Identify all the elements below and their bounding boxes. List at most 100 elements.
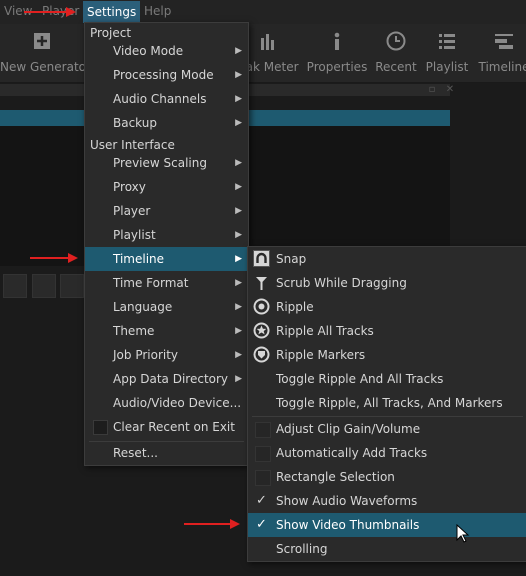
info-icon [334, 32, 340, 50]
chevron-right-icon: ▶ [235, 46, 242, 56]
stack-icon[interactable] [60, 274, 84, 298]
menu-item-label: Player [113, 204, 151, 218]
close-icon[interactable]: ✕ [444, 84, 456, 96]
menu-item-theme[interactable]: Theme ▶ [85, 319, 248, 343]
new-generator-button[interactable]: New Generator [0, 24, 91, 82]
paste-icon[interactable] [32, 274, 56, 298]
menu-item-job-priority[interactable]: Job Priority ▶ [85, 343, 248, 367]
menu-item-video-mode[interactable]: Video Mode ▶ [85, 39, 248, 63]
menu-item-label: Proxy [113, 180, 146, 194]
submenu-label: Ripple [276, 300, 314, 314]
menu-item-label: Video Mode [113, 44, 184, 58]
menu-item-label: Backup [113, 116, 157, 130]
menu-item-label: Preview Scaling [113, 156, 207, 170]
recent-label: Recent [375, 60, 417, 74]
menu-item-audio-channels[interactable]: Audio Channels ▶ [85, 87, 248, 111]
float-icon[interactable]: ▫ [426, 84, 438, 96]
settings-menu: Project Video Mode ▶ Processing Mode ▶ Aud… [84, 22, 249, 466]
submenu-item-show-thumbnails[interactable]: ✓ Show Video Thumbnails [248, 513, 526, 537]
chevron-right-icon: ▶ [235, 70, 242, 80]
timeline-icon [495, 34, 513, 49]
menu-item-label: Reset... [113, 446, 158, 460]
submenu-label: Toggle Ripple, All Tracks, And Markers [276, 396, 503, 410]
copy-icon[interactable] [3, 274, 27, 298]
menu-settings[interactable]: Settings [83, 1, 141, 23]
submenu-label: Scrolling [276, 542, 328, 556]
properties-button[interactable]: Properties [306, 24, 368, 82]
submenu-item-ripple-all[interactable]: Ripple All Tracks [248, 319, 526, 343]
annotation-arrow-icon [24, 7, 76, 17]
menu-item-audio-video-device[interactable]: Audio/Video Device... [85, 391, 248, 415]
chevron-right-icon: ▶ [235, 278, 242, 288]
playlist-button[interactable]: Playlist [424, 24, 470, 82]
submenu-item-show-waveforms[interactable]: ✓ Show Audio Waveforms [248, 489, 526, 513]
checkbox[interactable] [93, 420, 108, 435]
checkbox[interactable] [255, 446, 271, 462]
menu-item-backup[interactable]: Backup ▶ [85, 111, 248, 135]
submenu-label: Show Video Thumbnails [276, 518, 420, 532]
menu-item-player[interactable]: Player ▶ [85, 199, 248, 223]
submenu-item-adjust-gain[interactable]: Adjust Clip Gain/Volume [248, 417, 526, 441]
submenu-label: Adjust Clip Gain/Volume [276, 422, 421, 436]
menu-item-processing-mode[interactable]: Processing Mode ▶ [85, 63, 248, 87]
chevron-right-icon: ▶ [235, 94, 242, 104]
toolbar: New Generator Peak Meter Properties Rece… [0, 24, 526, 83]
menu-help[interactable]: Help [144, 4, 171, 20]
ripple-all-tracks-icon [253, 322, 270, 339]
menu-item-preview-scaling[interactable]: Preview Scaling ▶ [85, 151, 248, 175]
new-generator-icon [34, 33, 50, 49]
mouse-cursor-icon [456, 524, 470, 543]
menu-item-label: Audio/Video Device... [113, 396, 242, 410]
chevron-right-icon: ▶ [235, 230, 242, 240]
menu-bar: View Player Settings Help [0, 0, 526, 24]
checkmark-icon: ✓ [256, 517, 267, 532]
submenu-item-snap[interactable]: Snap [248, 247, 526, 271]
menu-item-proxy[interactable]: Proxy ▶ [85, 175, 248, 199]
submenu-label: Automatically Add Tracks [276, 446, 428, 460]
submenu-label: Snap [276, 252, 307, 266]
peak-meter-icon [261, 34, 274, 50]
submenu-label: Show Audio Waveforms [276, 494, 418, 508]
menu-item-clear-recent[interactable]: Clear Recent on Exit [85, 415, 248, 439]
menu-item-label: Processing Mode [113, 68, 214, 82]
menu-item-timeline[interactable]: Timeline ▶ [85, 247, 248, 271]
menu-item-label: Language [113, 300, 173, 314]
checkmark-icon: ✓ [256, 493, 267, 508]
timeline-button[interactable]: Timeline [478, 24, 526, 82]
submenu-item-scrub[interactable]: Scrub While Dragging [248, 271, 526, 295]
checkbox[interactable] [255, 422, 271, 438]
menu-item-playlist[interactable]: Playlist ▶ [85, 223, 248, 247]
submenu-item-auto-add-tracks[interactable]: Automatically Add Tracks [248, 441, 526, 465]
menu-item-label: Job Priority [113, 348, 179, 362]
chevron-right-icon: ▶ [235, 254, 242, 264]
submenu-label: Toggle Ripple And All Tracks [276, 372, 444, 386]
new-generator-label: New Generator [0, 60, 91, 74]
submenu-label: Ripple All Tracks [276, 324, 374, 338]
submenu-item-ripple-markers[interactable]: Ripple Markers [248, 343, 526, 367]
submenu-item-scrolling[interactable]: Scrolling [248, 537, 526, 561]
submenu-item-rect-selection[interactable]: Rectangle Selection [248, 465, 526, 489]
scrub-icon [256, 277, 267, 290]
submenu-item-toggle-ripple-all[interactable]: Toggle Ripple And All Tracks [248, 367, 526, 391]
submenu-item-ripple[interactable]: Ripple [248, 295, 526, 319]
menu-item-label: Audio Channels [113, 92, 207, 106]
menu-item-reset[interactable]: Reset... [85, 441, 248, 465]
checkbox[interactable] [255, 470, 271, 486]
recent-button[interactable]: Recent [374, 24, 418, 82]
chevron-right-icon: ▶ [235, 302, 242, 312]
menu-item-label: App Data Directory [113, 372, 229, 386]
annotation-arrow-icon [30, 253, 78, 263]
annotation-arrow-icon [184, 519, 240, 529]
menu-item-label: Playlist [113, 228, 156, 242]
chevron-right-icon: ▶ [235, 350, 242, 360]
magnet-icon [253, 250, 270, 267]
menu-item-app-data-directory[interactable]: App Data Directory ▶ [85, 367, 248, 391]
ripple-icon [253, 298, 270, 315]
menu-item-label: Clear Recent on Exit [113, 420, 235, 434]
submenu-label: Rectangle Selection [276, 470, 395, 484]
submenu-label: Ripple Markers [276, 348, 366, 362]
menu-item-label: Timeline [113, 252, 165, 266]
menu-item-language[interactable]: Language ▶ [85, 295, 248, 319]
menu-item-time-format[interactable]: Time Format ▶ [85, 271, 248, 295]
submenu-item-toggle-ripple-markers[interactable]: Toggle Ripple, All Tracks, And Markers [248, 391, 526, 415]
